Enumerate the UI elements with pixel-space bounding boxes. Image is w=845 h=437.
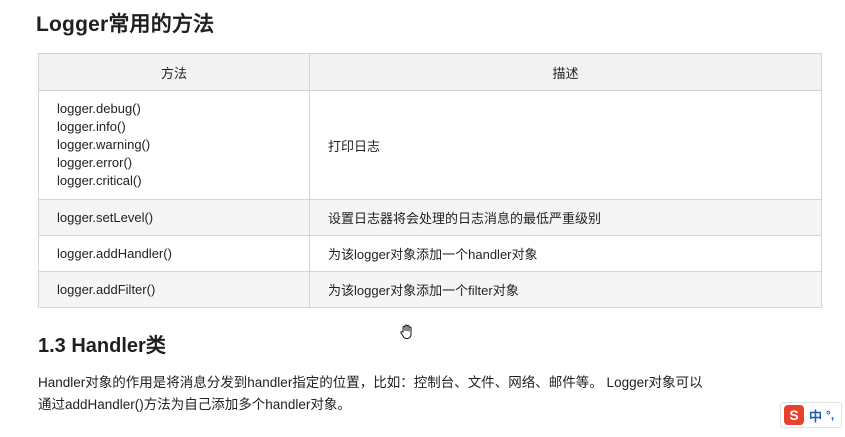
sogou-logo-icon[interactable]: S <box>784 405 804 425</box>
ime-punctuation-toggle[interactable]: °, <box>826 408 834 422</box>
ime-toolbar[interactable]: S 中 °, <box>780 402 842 428</box>
method-name: logger.debug() <box>57 101 141 116</box>
description-cell: 设置日志器将会处理的日志消息的最低严重级别 <box>309 199 822 236</box>
description-cell: 打印日志 <box>309 90 822 200</box>
table-row: logger.setLevel() 设置日志器将会处理的日志消息的最低严重级别 <box>38 199 822 236</box>
table-header-row: 方法 描述 <box>38 53 822 91</box>
table-row: logger.debug() logger.info() logger.warn… <box>38 90 822 200</box>
method-cell: logger.addFilter() <box>38 271 310 308</box>
method-name: logger.critical() <box>57 173 142 188</box>
header-description: 描述 <box>309 53 822 91</box>
table-row: logger.addHandler() 为该logger对象添加一个handle… <box>38 235 822 272</box>
method-name: logger.error() <box>57 155 133 170</box>
method-cell: logger.debug() logger.info() logger.warn… <box>38 90 310 200</box>
method-cell: logger.setLevel() <box>38 199 310 236</box>
header-method: 方法 <box>38 53 310 91</box>
section-title: 1.3 Handler类 <box>38 335 166 357</box>
paragraph-line: 通过addHandler()方法为自己添加多个handler对象。 <box>38 397 351 412</box>
logger-methods-table: 方法 描述 logger.debug() logger.info() logge… <box>38 53 822 308</box>
description-cell: 为该logger对象添加一个filter对象 <box>309 271 822 308</box>
table-row: logger.addFilter() 为该logger对象添加一个filter对… <box>38 271 822 308</box>
page-title: Logger常用的方法 <box>36 13 215 36</box>
description-cell: 为该logger对象添加一个handler对象 <box>309 235 822 272</box>
ime-mode-toggle[interactable]: 中 <box>809 406 822 425</box>
section-paragraph: Handler对象的作用是将消息分发到handler指定的位置，比如：控制台、文… <box>38 372 828 416</box>
method-name: logger.warning() <box>57 137 151 152</box>
method-name: logger.info() <box>57 119 126 134</box>
paragraph-line: Handler对象的作用是将消息分发到handler指定的位置，比如：控制台、文… <box>38 375 703 390</box>
document-page: Logger常用的方法 方法 描述 logger.debug() logger.… <box>0 0 845 437</box>
method-cell: logger.addHandler() <box>38 235 310 272</box>
hand-cursor-icon <box>400 324 412 340</box>
